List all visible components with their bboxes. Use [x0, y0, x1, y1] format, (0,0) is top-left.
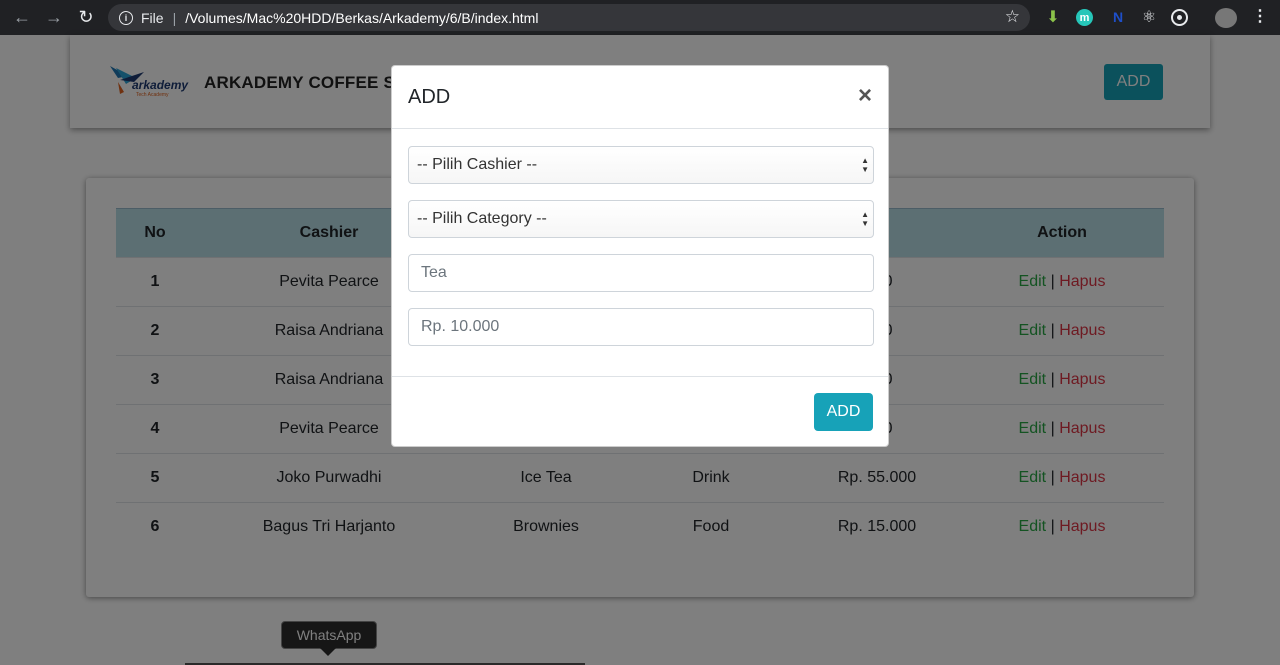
download-extension-icon[interactable]: ⬇: [1043, 7, 1063, 27]
modal-body: -- Pilih Cashier -- ▲ ▼ -- Pilih Category…: [392, 129, 888, 377]
file-label: File: [141, 9, 164, 26]
modal-footer: ADD: [392, 377, 888, 447]
category-select[interactable]: -- Pilih Category -- ▲ ▼: [408, 200, 874, 238]
price-placeholder: Rp. 10.000: [421, 318, 500, 335]
close-icon[interactable]: ×: [858, 82, 872, 110]
modal-title: ADD: [408, 86, 451, 108]
m-extension-icon[interactable]: m: [1076, 9, 1093, 26]
select-arrows-icon: ▲ ▼: [861, 210, 869, 228]
react-devtools-icon[interactable]: ⚛: [1139, 7, 1159, 27]
price-input[interactable]: Rp. 10.000: [408, 308, 874, 346]
reload-icon[interactable]: ↻: [71, 2, 101, 32]
address-separator: |: [172, 9, 177, 26]
modal-header: ADD ×: [392, 66, 888, 129]
select-arrows-icon: ▲ ▼: [861, 156, 869, 174]
modal-add-button[interactable]: ADD: [814, 393, 873, 431]
product-name-placeholder: Tea: [421, 264, 447, 281]
info-icon[interactable]: i: [119, 10, 133, 25]
browser-menu-icon[interactable]: ⋮: [1252, 7, 1268, 27]
add-modal: ADD × -- Pilih Cashier -- ▲ ▼ -- Pilih Ca…: [391, 65, 889, 447]
browser-toolbar: ← → ↻ i File | /Volumes/Mac%20HDD/Berkas…: [0, 0, 1280, 35]
forward-icon[interactable]: →: [39, 2, 69, 32]
cashier-select-value: -- Pilih Cashier --: [417, 156, 538, 173]
product-name-input[interactable]: Tea: [408, 254, 874, 292]
back-icon[interactable]: ←: [7, 2, 37, 32]
profile-avatar[interactable]: [1215, 8, 1237, 28]
category-select-value: -- Pilih Category --: [417, 210, 547, 227]
target-extension-icon[interactable]: [1171, 9, 1188, 26]
address-bar[interactable]: i File | /Volumes/Mac%20HDD/Berkas/Arkad…: [108, 4, 1030, 31]
cashier-select[interactable]: -- Pilih Cashier -- ▲ ▼: [408, 146, 874, 184]
url-text[interactable]: /Volumes/Mac%20HDD/Berkas/Arkademy/6/B/i…: [185, 10, 538, 26]
n-extension-icon[interactable]: N: [1108, 7, 1128, 27]
bookmark-star-icon[interactable]: ☆: [1005, 7, 1020, 27]
